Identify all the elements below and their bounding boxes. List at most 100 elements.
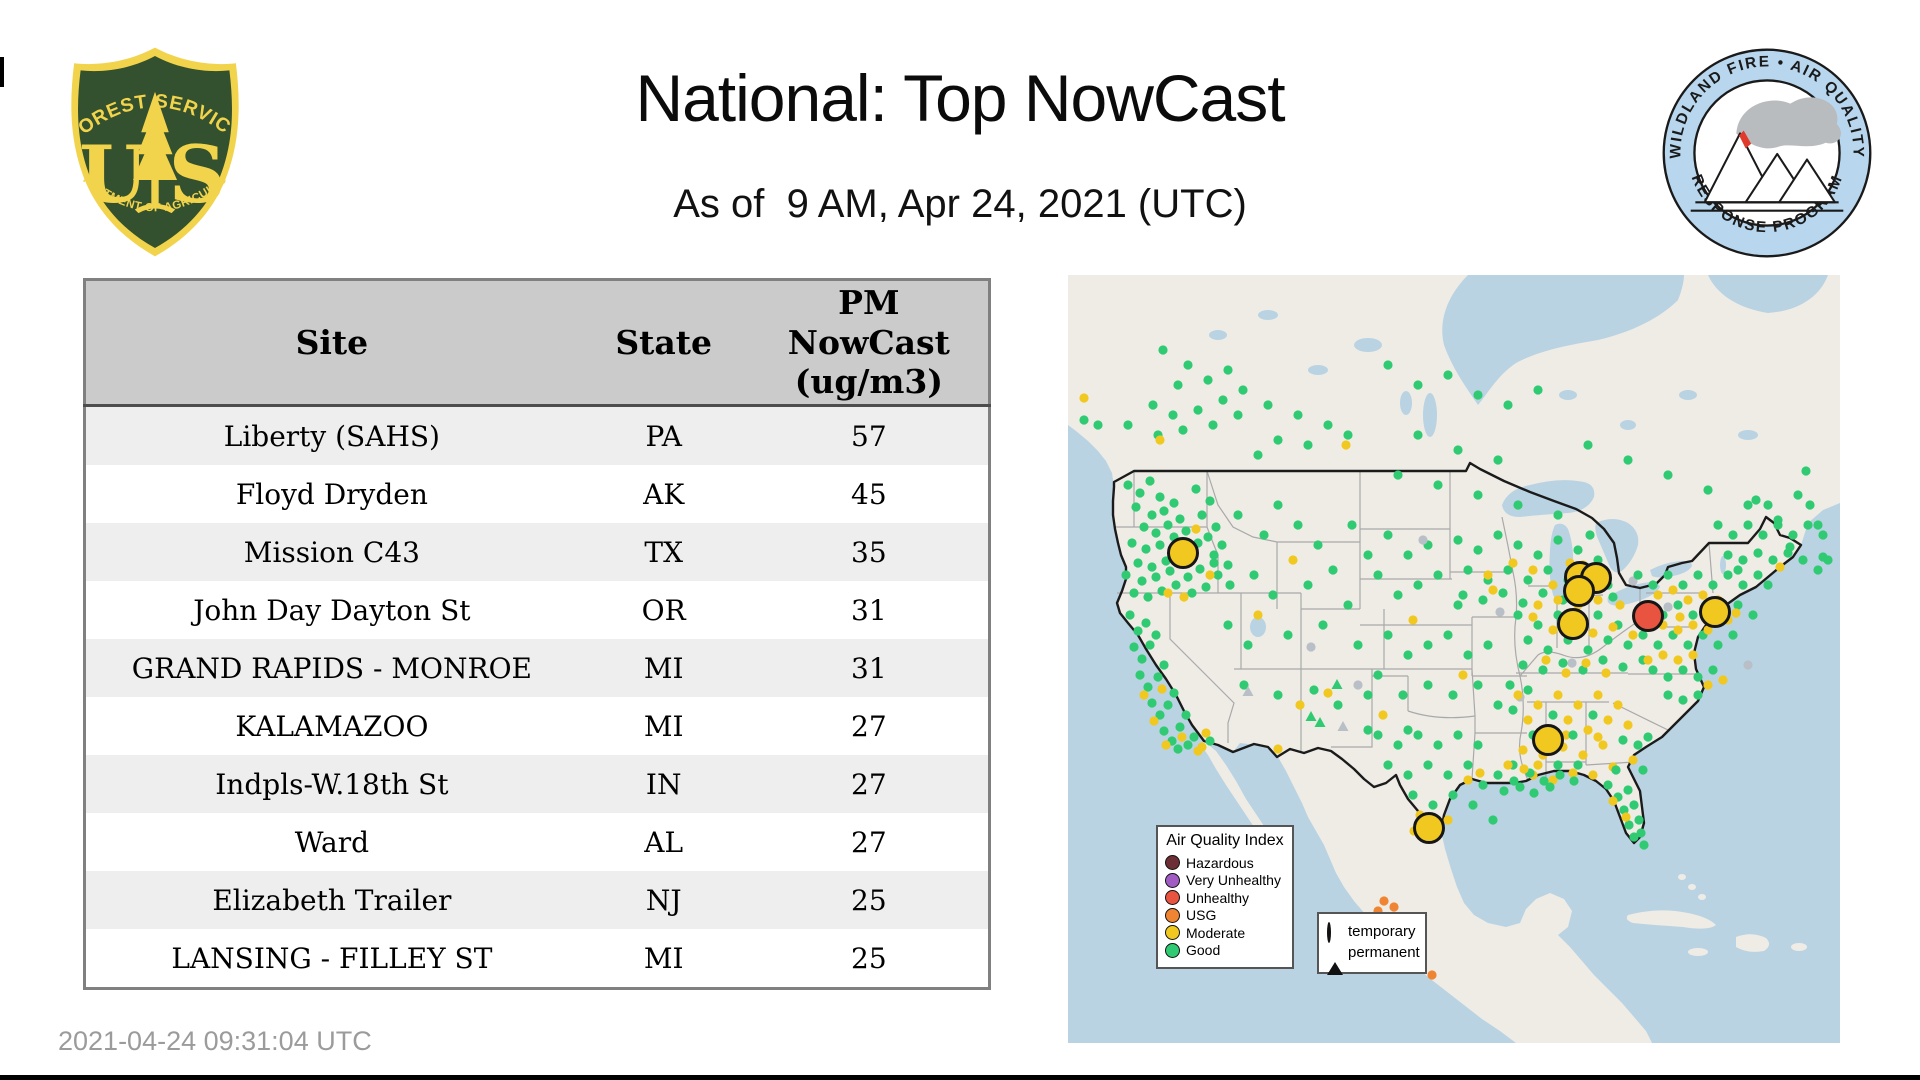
monitor-dot[interactable]	[1453, 535, 1463, 545]
monitor-dot[interactable]	[1413, 730, 1423, 740]
monitor-dot[interactable]	[1561, 668, 1571, 678]
monitor-dot[interactable]	[1523, 575, 1533, 585]
monitor-dot[interactable]	[1413, 580, 1423, 590]
monitor-dot[interactable]	[1183, 360, 1193, 370]
monitor-dot[interactable]	[1678, 665, 1688, 675]
monitor-dot[interactable]	[1408, 790, 1418, 800]
monitor-dot[interactable]	[1663, 470, 1673, 480]
monitor-dot[interactable]	[1201, 728, 1211, 738]
monitor-dot[interactable]	[1588, 628, 1598, 638]
top-site-circle[interactable]	[1632, 600, 1664, 632]
monitor-dot[interactable]	[1588, 770, 1598, 780]
monitor-dot[interactable]	[1608, 796, 1618, 806]
monitor-dot[interactable]	[1225, 580, 1235, 590]
monitor-dot[interactable]	[1648, 580, 1658, 590]
monitor-dot[interactable]	[1153, 672, 1163, 682]
monitor-dot[interactable]	[1698, 590, 1708, 600]
monitor-dot[interactable]	[1249, 570, 1259, 580]
monitor-dot[interactable]	[1443, 815, 1453, 825]
monitor-dot[interactable]	[1493, 700, 1503, 710]
monitor-dot[interactable]	[1713, 640, 1723, 650]
monitor-dot[interactable]	[1568, 768, 1578, 778]
monitor-dot[interactable]	[1473, 680, 1483, 690]
monitor-dot[interactable]	[1183, 572, 1193, 582]
monitor-dot[interactable]	[1593, 610, 1603, 620]
top-site-circle[interactable]	[1413, 812, 1445, 844]
monitor-dot[interactable]	[1158, 345, 1168, 355]
monitor-dot[interactable]	[1553, 690, 1563, 700]
monitor-dot[interactable]	[1493, 770, 1503, 780]
monitor-dot[interactable]	[1197, 742, 1207, 752]
monitor-dot[interactable]	[1548, 625, 1558, 635]
monitor-dot[interactable]	[1303, 440, 1313, 450]
monitor-dot[interactable]	[1133, 558, 1143, 568]
monitor-dot[interactable]	[1583, 440, 1593, 450]
monitor-dot[interactable]	[1703, 485, 1713, 495]
monitor-dot[interactable]	[1175, 722, 1185, 732]
monitor-dot[interactable]	[1528, 565, 1538, 575]
monitor-dot[interactable]	[1151, 630, 1161, 640]
monitor-dot[interactable]	[1553, 595, 1563, 605]
monitor-dot[interactable]	[1443, 770, 1453, 780]
monitor-dot[interactable]	[1393, 590, 1403, 600]
monitor-dot[interactable]	[1553, 535, 1563, 545]
monitor-dot[interactable]	[1673, 655, 1683, 665]
monitor-dot[interactable]	[1648, 665, 1658, 675]
monitor-dot[interactable]	[1155, 435, 1165, 445]
monitor-dot[interactable]	[1141, 618, 1151, 628]
monitor-dot[interactable]	[1613, 700, 1623, 710]
monitor-dot[interactable]	[1723, 550, 1733, 560]
monitor-dot[interactable]	[1573, 545, 1583, 555]
monitor-dot[interactable]	[1389, 902, 1399, 912]
monitor-dot[interactable]	[1373, 670, 1383, 680]
monitor-dot[interactable]	[1418, 535, 1428, 545]
monitor-dot[interactable]	[1181, 526, 1191, 536]
monitor-dot[interactable]	[1823, 555, 1833, 565]
monitor-dot[interactable]	[1403, 725, 1413, 735]
monitor-dot[interactable]	[1353, 640, 1363, 650]
monitor-dot[interactable]	[1611, 765, 1621, 775]
monitor-dot[interactable]	[1159, 660, 1169, 670]
monitor-dot[interactable]	[1508, 558, 1518, 568]
monitor-dot[interactable]	[1443, 630, 1453, 640]
monitor-dot[interactable]	[1155, 492, 1165, 502]
monitor-dot[interactable]	[1548, 710, 1558, 720]
monitor-dot[interactable]	[1079, 393, 1089, 403]
monitor-dot[interactable]	[1428, 800, 1438, 810]
monitor-dot[interactable]	[1273, 500, 1283, 510]
monitor-dot[interactable]	[1161, 740, 1171, 750]
monitor-dot[interactable]	[1133, 626, 1143, 636]
monitor-dot[interactable]	[1306, 642, 1316, 652]
monitor-dot[interactable]	[1453, 600, 1463, 610]
monitor-dot[interactable]	[1383, 530, 1393, 540]
monitor-dot[interactable]	[1495, 607, 1505, 617]
monitor-dot[interactable]	[1143, 682, 1153, 692]
monitor-dot[interactable]	[1603, 635, 1613, 645]
monitor-dot[interactable]	[1123, 480, 1133, 490]
monitor-dot[interactable]	[1123, 420, 1133, 430]
monitor-dot[interactable]	[1578, 750, 1588, 760]
monitor-dot[interactable]	[1801, 466, 1811, 476]
monitor-dot[interactable]	[1191, 524, 1201, 534]
monitor-dot[interactable]	[1733, 600, 1743, 610]
monitor-dot[interactable]	[1529, 788, 1539, 798]
monitor-dot[interactable]	[1208, 420, 1218, 430]
monitor-dot[interactable]	[1453, 445, 1463, 455]
air-quality-map[interactable]: {} Air Quality Index HazardousVery Unhea…	[1068, 275, 1840, 1043]
monitor-dot[interactable]	[1683, 595, 1693, 605]
monitor-dot[interactable]	[1603, 780, 1613, 790]
monitor-dot[interactable]	[1513, 690, 1523, 700]
monitor-dot[interactable]	[1393, 470, 1403, 480]
monitor-dot[interactable]	[1448, 690, 1458, 700]
monitor-dot[interactable]	[1273, 690, 1283, 700]
monitor-dot[interactable]	[1125, 610, 1135, 620]
monitor-dot[interactable]	[1193, 405, 1203, 415]
monitor-dot[interactable]	[1675, 612, 1685, 622]
monitor-dot[interactable]	[1753, 548, 1763, 558]
monitor-dot[interactable]	[1593, 690, 1603, 700]
monitor-dot[interactable]	[1601, 668, 1611, 678]
monitor-dot[interactable]	[1803, 520, 1813, 530]
monitor-dot[interactable]	[1515, 782, 1525, 792]
monitor-dot[interactable]	[1163, 588, 1173, 598]
monitor-dot[interactable]	[1713, 520, 1723, 530]
